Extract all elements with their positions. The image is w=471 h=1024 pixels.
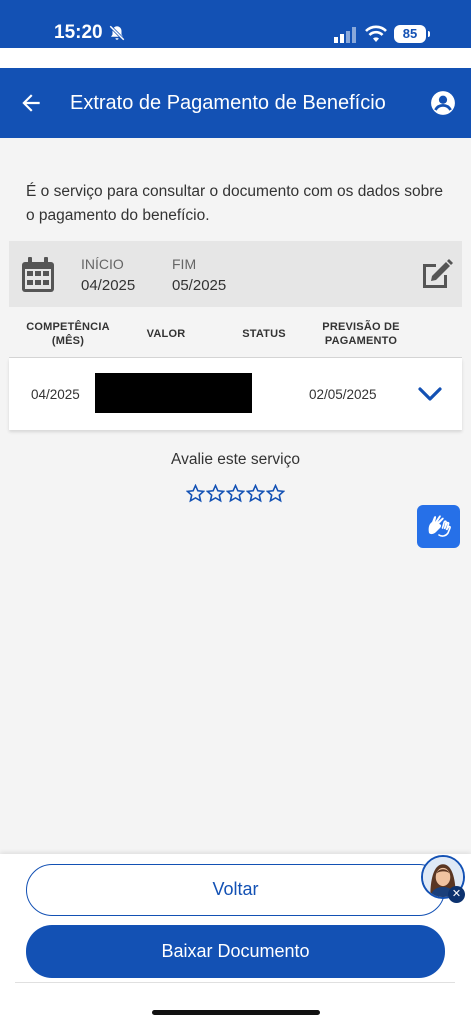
- footer-actions: Voltar Baixar Documento ✕: [0, 854, 471, 1024]
- rating-stars: [186, 484, 286, 506]
- page-title: Extrato de Pagamento de Benefício: [70, 92, 386, 114]
- table-header: COMPETÊNCIA (MÊS) VALOR STATUS PREVISÃO …: [0, 318, 471, 358]
- calendar-icon: [22, 257, 54, 292]
- top-strip: [0, 48, 471, 68]
- star-icon[interactable]: [246, 484, 265, 503]
- footer-divider: [15, 982, 455, 983]
- end-value: 05/2025: [172, 277, 227, 294]
- end-label: FIM: [172, 256, 197, 272]
- rating-label: Avalie este serviço: [171, 451, 300, 468]
- app-header: Extrato de Pagamento de Benefício: [0, 68, 471, 138]
- wifi-icon: [365, 25, 387, 42]
- signal-icon: [334, 27, 356, 43]
- cell-competencia: 04/2025: [31, 387, 80, 402]
- start-value: 04/2025: [81, 277, 136, 294]
- col-competencia: COMPETÊNCIA (MÊS): [26, 321, 110, 347]
- status-bar: 15:20 85: [0, 0, 471, 48]
- close-assistant-icon[interactable]: ✕: [448, 886, 465, 903]
- back-button[interactable]: Voltar: [26, 864, 445, 916]
- start-label: INÍCIO: [81, 256, 124, 272]
- cell-previsao: 02/05/2025: [309, 387, 377, 402]
- service-description: É o serviço para consultar o documento c…: [26, 183, 444, 224]
- user-circle-icon[interactable]: [430, 90, 456, 116]
- table-row[interactable]: 04/2025 02/05/2025: [9, 358, 462, 430]
- battery-indicator: 85: [394, 25, 430, 43]
- col-valor: VALOR: [146, 328, 186, 340]
- period-filter: INÍCIO 04/2025 FIM 05/2025: [9, 241, 462, 307]
- col-previsao: PREVISÃO DE PAGAMENTO: [322, 321, 400, 347]
- star-icon[interactable]: [226, 484, 245, 503]
- star-icon[interactable]: [206, 484, 225, 503]
- star-icon[interactable]: [266, 484, 285, 503]
- download-document-button[interactable]: Baixar Documento: [26, 925, 445, 978]
- chevron-down-icon[interactable]: [417, 383, 443, 405]
- back-arrow-icon[interactable]: [18, 90, 44, 116]
- status-time: 15:20: [54, 22, 103, 43]
- star-icon[interactable]: [186, 484, 205, 503]
- bell-off-icon: [109, 25, 125, 41]
- col-status: STATUS: [242, 328, 286, 340]
- sign-language-hands-icon: [428, 515, 451, 537]
- edit-icon[interactable]: [420, 257, 454, 291]
- redacted-block: [95, 373, 252, 413]
- home-indicator: [152, 1010, 320, 1015]
- sign-language-button[interactable]: [417, 505, 460, 548]
- main-content: É o serviço para consultar o documento c…: [0, 138, 471, 854]
